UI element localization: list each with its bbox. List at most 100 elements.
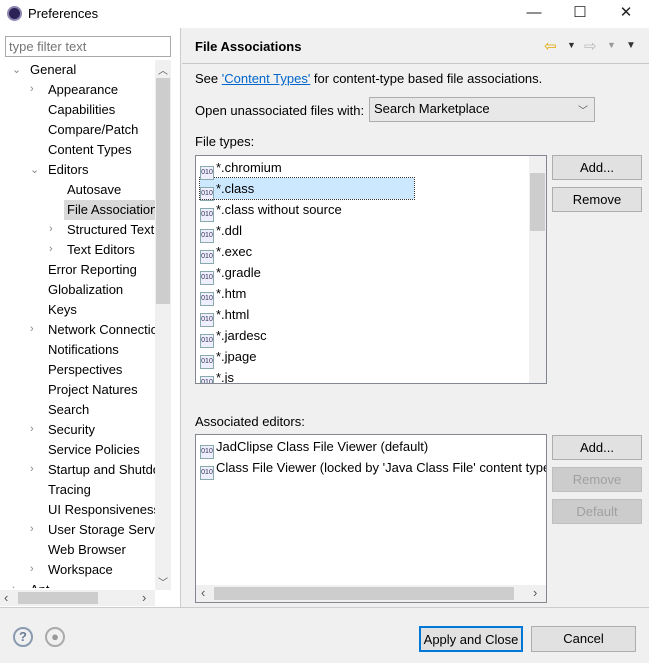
- file-type-row[interactable]: 010 *.ddl: [200, 220, 242, 243]
- chevron-right-icon[interactable]: ›: [30, 523, 34, 535]
- tree-item[interactable]: Perspectives: [48, 360, 122, 380]
- tree-item[interactable]: Ant: [30, 580, 50, 588]
- file-type-row-label: *.html: [216, 307, 250, 322]
- chevron-down-icon[interactable]: ⌄: [12, 63, 21, 76]
- file-type-row[interactable]: 010 *.jardesc: [200, 325, 267, 348]
- tree-item[interactable]: Autosave: [67, 180, 121, 200]
- file-type-add-button[interactable]: Add...: [552, 155, 642, 180]
- scroll-right-icon[interactable]: ›: [142, 590, 146, 605]
- associated-editors-list[interactable]: 010 Class File Viewer (locked by 'Java Cl…: [195, 434, 547, 603]
- chevron-right-icon[interactable]: ›: [12, 583, 16, 588]
- tree-item[interactable]: Startup and Shutdown: [48, 460, 155, 480]
- tree-item[interactable]: UI Responsiveness: [48, 500, 155, 520]
- chevron-right-icon[interactable]: ›: [49, 243, 53, 255]
- tree-item[interactable]: Service Policies: [48, 440, 140, 460]
- chevron-right-icon[interactable]: ›: [30, 83, 34, 95]
- file-type-row[interactable]: 010 *.class without source: [200, 199, 342, 222]
- file-type-row[interactable]: 010 *.jpage: [200, 346, 257, 369]
- js-file-icon: 010: [200, 376, 214, 383]
- tree-item[interactable]: Editors: [48, 160, 88, 180]
- forward-arrow-icon[interactable]: ⇨: [584, 37, 597, 55]
- close-button[interactable]: ✕: [603, 0, 649, 28]
- chromium-icon: 010: [200, 166, 214, 180]
- tree-item[interactable]: User Storage Service: [48, 520, 155, 540]
- file-types-label: File types:: [195, 134, 255, 149]
- scroll-left-icon[interactable]: ‹: [201, 585, 205, 600]
- content-types-link[interactable]: 'Content Types': [222, 71, 311, 86]
- scroll-thumb[interactable]: [156, 78, 170, 304]
- tree-item[interactable]: Project Natures: [48, 380, 138, 400]
- tree-item[interactable]: Keys: [48, 300, 77, 320]
- file-types-list[interactable]: 010 *.js 010 *.jpage 010 *.jardesc 010 *.html 01…: [195, 155, 547, 384]
- editor-remove-button[interactable]: Remove: [552, 467, 642, 492]
- tree-item[interactable]: Content Types: [48, 140, 132, 160]
- editor-default-button[interactable]: Default: [552, 499, 642, 524]
- filter-input[interactable]: [5, 36, 171, 57]
- file-type-row[interactable]: 010 *.chromium: [200, 157, 282, 180]
- tree-item[interactable]: Network Connections: [48, 320, 155, 340]
- tree-item[interactable]: Security: [48, 420, 95, 440]
- scroll-left-icon[interactable]: ‹: [4, 590, 8, 605]
- tree-item[interactable]: Structured Text: [67, 220, 154, 240]
- tree-item[interactable]: Error Reporting: [48, 260, 137, 280]
- file-type-row-label: *.class without source: [216, 202, 342, 217]
- tree-item[interactable]: Workspace: [48, 560, 113, 580]
- view-menu-icon[interactable]: ▼: [626, 40, 636, 51]
- chevron-right-icon[interactable]: ›: [49, 223, 53, 235]
- scroll-thumb[interactable]: [214, 587, 514, 600]
- scroll-thumb[interactable]: [530, 173, 545, 231]
- chevron-right-icon[interactable]: ›: [30, 463, 34, 475]
- chevron-right-icon[interactable]: ›: [30, 423, 34, 435]
- scroll-up-icon[interactable]: ︿: [158, 62, 168, 77]
- file-type-row[interactable]: 010 *.html: [200, 304, 250, 327]
- file-type-row[interactable]: 010 *.js: [200, 367, 234, 383]
- forward-dropdown-icon[interactable]: ▼: [607, 40, 616, 50]
- maximize-button[interactable]: ☐: [557, 0, 603, 28]
- chevron-down-icon: ﹀: [578, 106, 588, 117]
- tree-item[interactable]: Capabilities: [48, 100, 115, 120]
- file-type-row[interactable]: 010 *.class: [199, 177, 415, 201]
- editor-row[interactable]: 010 Class File Viewer (locked by 'Java Cl…: [200, 457, 546, 480]
- chevron-right-icon[interactable]: ›: [30, 563, 34, 575]
- note-text: See: [195, 71, 222, 86]
- class-file-icon: 010: [200, 445, 214, 459]
- scroll-right-icon[interactable]: ›: [533, 585, 537, 600]
- chevron-right-icon[interactable]: ›: [30, 323, 34, 335]
- file-type-row[interactable]: 010 *.gradle: [200, 262, 261, 285]
- tree-item[interactable]: File Associations: [64, 200, 155, 220]
- tree-vertical-scrollbar[interactable]: ︿ ﹀: [155, 60, 171, 590]
- open-with-select[interactable]: Search Marketplace ﹀: [369, 97, 595, 122]
- file-type-row[interactable]: 010 *.exec: [200, 241, 252, 264]
- back-dropdown-icon[interactable]: ▼: [567, 40, 576, 50]
- file-types-scrollbar[interactable]: [529, 156, 546, 383]
- chevron-down-icon[interactable]: ⌄: [30, 163, 39, 176]
- import-export-icon[interactable]: ●: [45, 627, 65, 647]
- tree-item[interactable]: General: [30, 60, 76, 80]
- help-icon[interactable]: ?: [13, 627, 33, 647]
- tree-item[interactable]: Appearance: [48, 80, 118, 100]
- tree-item[interactable]: Compare/Patch: [48, 120, 138, 140]
- file-type-row-label: *.jpage: [216, 349, 257, 364]
- editor-row-label: JadClipse Class File Viewer (default): [216, 439, 429, 454]
- tree-item[interactable]: Search: [48, 400, 89, 420]
- scroll-thumb[interactable]: [18, 592, 98, 604]
- editor-row[interactable]: 010 JadClipse Class File Viewer (default): [200, 436, 429, 459]
- minimize-button[interactable]: —: [511, 0, 557, 28]
- editor-add-button[interactable]: Add...: [552, 435, 642, 460]
- title-bar: Preferences — ☐ ✕: [0, 0, 649, 28]
- scroll-down-icon[interactable]: ﹀: [158, 574, 168, 589]
- tree-item[interactable]: Notifications: [48, 340, 119, 360]
- apply-and-close-button[interactable]: Apply and Close: [419, 626, 523, 652]
- tree-horizontal-scrollbar[interactable]: ‹ ›: [0, 590, 155, 606]
- tree-item[interactable]: Globalization: [48, 280, 123, 300]
- html-file-icon: 010: [200, 292, 214, 306]
- tree-item[interactable]: Web Browser: [48, 540, 126, 560]
- editors-horizontal-scrollbar[interactable]: ‹ ›: [196, 585, 546, 602]
- tree-item[interactable]: Text Editors: [67, 240, 135, 260]
- cancel-button[interactable]: Cancel: [531, 626, 636, 652]
- file-type-row[interactable]: 010 *.htm: [200, 283, 246, 306]
- file-type-remove-button[interactable]: Remove: [552, 187, 642, 212]
- tree-item[interactable]: Tracing: [48, 480, 91, 500]
- html-file-icon: 010: [200, 313, 214, 327]
- back-arrow-icon[interactable]: ⇦: [544, 37, 557, 55]
